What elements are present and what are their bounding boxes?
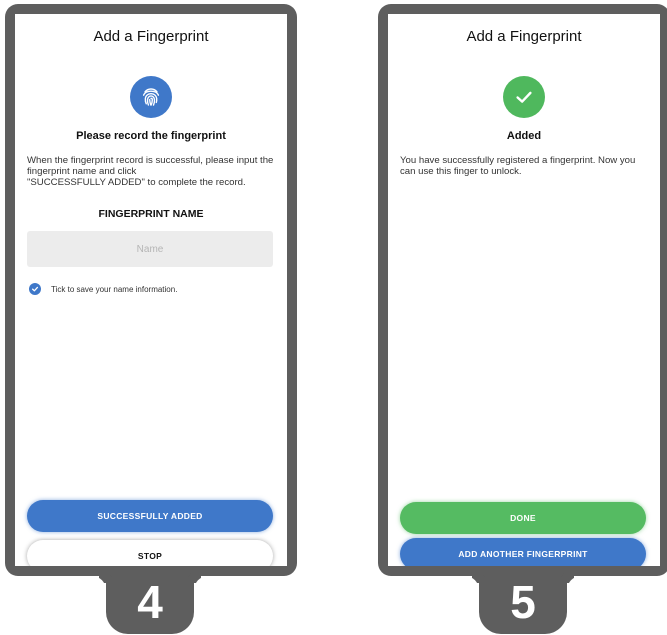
fingerprint-name-input[interactable] — [27, 231, 273, 267]
add-another-fingerprint-button[interactable]: ADD ANOTHER FINGERPRINT — [400, 538, 646, 566]
phone-frame-step-4: Add a Fingerprint Please record the fing… — [5, 4, 297, 576]
done-button[interactable]: DONE — [400, 502, 646, 534]
record-heading: Please record the fingerprint — [76, 130, 226, 142]
screen-title: Add a Fingerprint — [466, 28, 582, 45]
save-name-label: Tick to save your name information. — [51, 284, 178, 294]
step-5-badge: 5 — [479, 566, 567, 634]
successfully-added-button[interactable]: SUCCESSFULLY ADDED — [27, 500, 273, 532]
save-name-checkbox-row[interactable]: Tick to save your name information. — [29, 283, 177, 295]
fingerprint-name-label: FINGERPRINT NAME — [98, 208, 204, 220]
fingerprint-icon — [130, 76, 172, 118]
step-4-badge: 4 — [106, 566, 194, 634]
check-icon — [503, 76, 545, 118]
stop-button[interactable]: STOP — [27, 540, 273, 566]
record-fingerprint-screen: Add a Fingerprint Please record the fing… — [15, 14, 287, 566]
added-heading: Added — [506, 130, 542, 142]
phone-frame-step-5: Add a Fingerprint Added You have success… — [378, 4, 667, 576]
added-message: You have successfully registered a finge… — [400, 155, 636, 177]
tutorial-stage: Add a Fingerprint Please record the fing… — [0, 0, 667, 635]
record-instructions: When the fingerprint record is successfu… — [27, 155, 274, 188]
screen-title: Add a Fingerprint — [93, 28, 209, 45]
checkbox-checked-icon[interactable] — [29, 283, 41, 295]
fingerprint-added-screen: Add a Fingerprint Added You have success… — [388, 14, 660, 566]
